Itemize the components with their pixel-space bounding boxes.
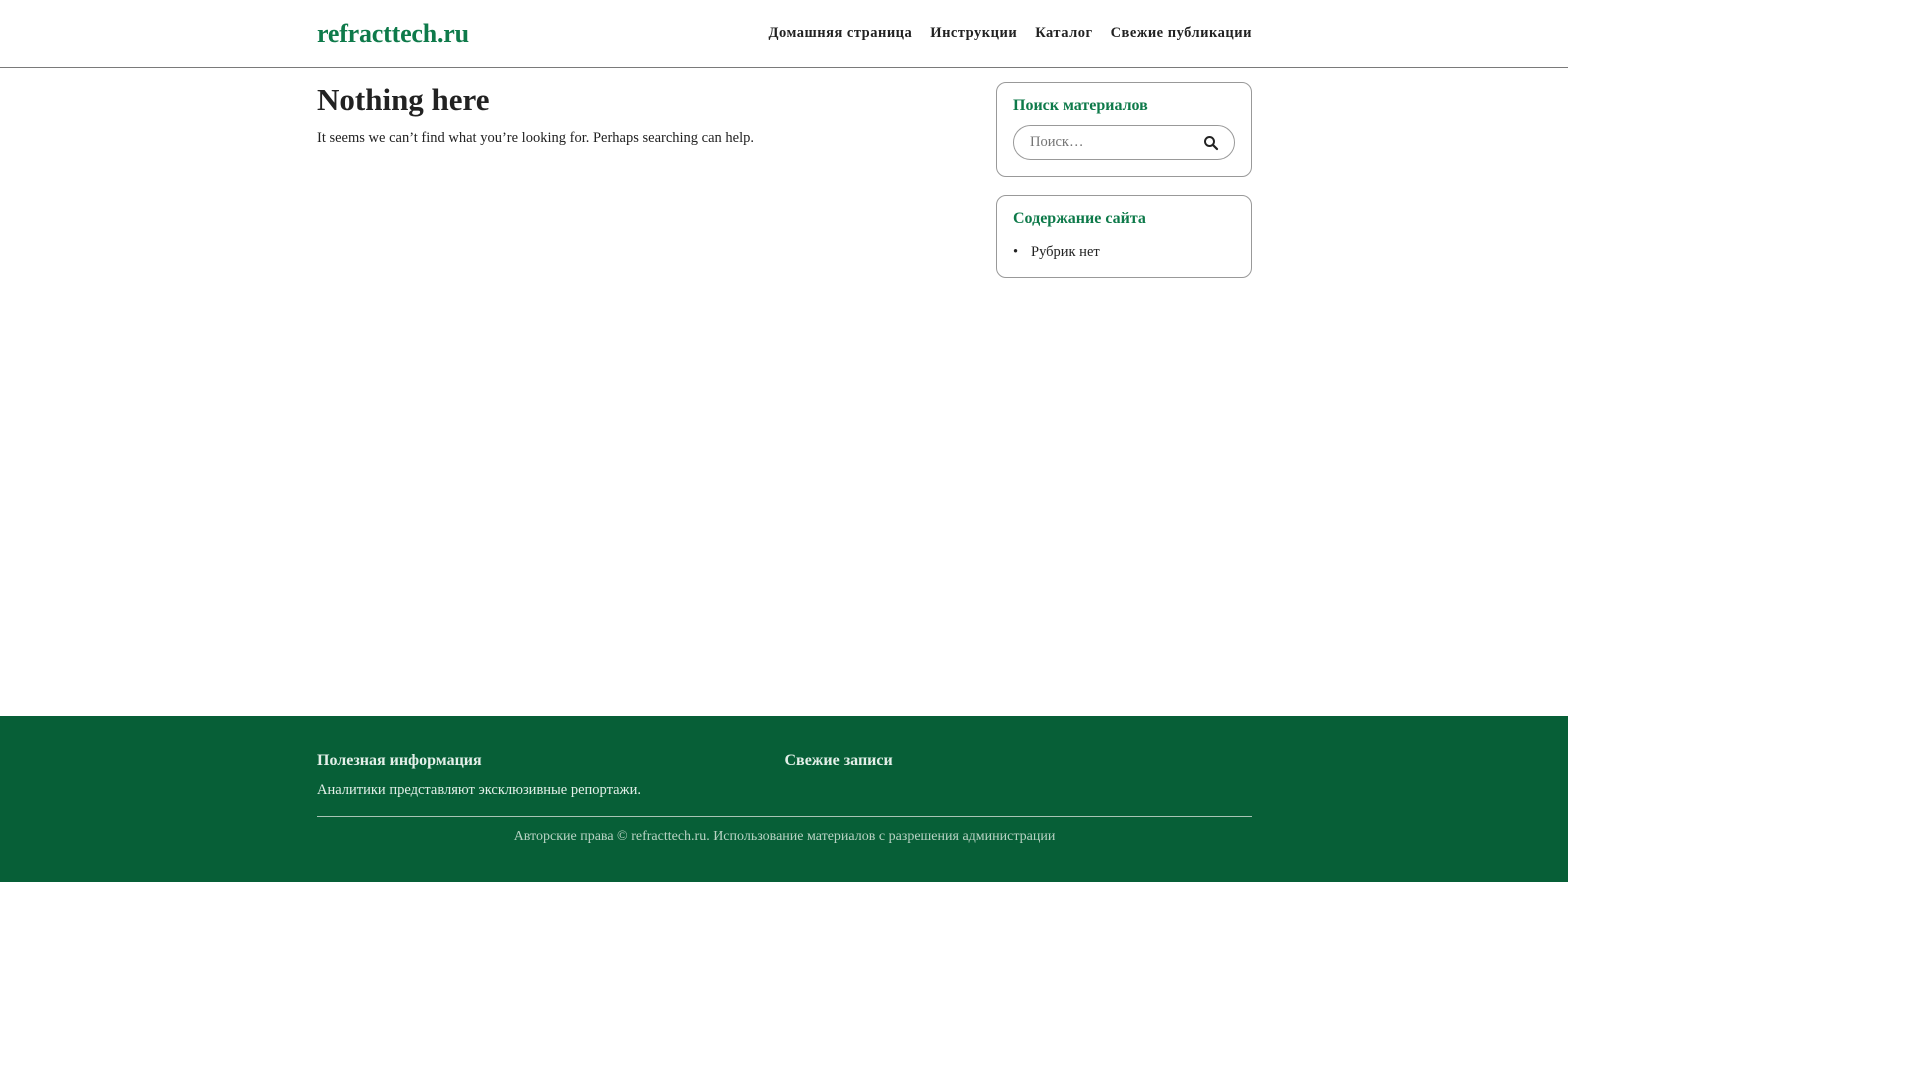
footer-columns: Полезная информация Аналитики представля… <box>317 716 1252 817</box>
search-input[interactable] <box>1030 134 1190 151</box>
footer-recent-title: Свежие записи <box>784 752 893 769</box>
nav-item-instructions[interactable]: Инструкции <box>930 25 1017 42</box>
footer-info-text: Аналитики представляют эксклюзивные репо… <box>317 782 641 798</box>
list-item: Рубрик нет <box>1013 244 1235 261</box>
nav-item-catalog[interactable]: Каталог <box>1035 25 1092 42</box>
search-icon[interactable] <box>1202 134 1220 152</box>
footer-recent-column: Свежие записи <box>785 752 1253 816</box>
main-nav: Домашняя страница Инструкции Каталог Све… <box>769 25 1252 42</box>
site-footer: Полезная информация Аналитики представля… <box>0 716 1568 882</box>
nav-item-home[interactable]: Домашняя страница <box>769 25 913 42</box>
site-logo[interactable]: refracttech.ru <box>317 19 469 49</box>
content-area: Nothing here It seems we can’t find what… <box>317 82 957 296</box>
categories-widget: Содержание сайта Рубрик нет <box>996 195 1252 278</box>
page-title: Nothing here <box>317 82 490 117</box>
search-widget-title: Поиск материалов <box>1013 97 1148 114</box>
site-header: refracttech.ru Домашняя страница Инструк… <box>0 0 1568 68</box>
sidebar: Поиск материалов Содержание сайта Рубрик… <box>996 82 1252 296</box>
search-widget: Поиск материалов <box>996 82 1252 177</box>
categories-widget-title: Содержание сайта <box>1013 210 1146 227</box>
main-area: Nothing here It seems we can’t find what… <box>317 68 1252 296</box>
search-form <box>1013 125 1235 160</box>
not-found-message: It seems we can’t find what you’re looki… <box>317 130 755 146</box>
footer-info-title: Полезная информация <box>317 752 482 769</box>
nav-item-recent-publications[interactable]: Свежие публикации <box>1111 25 1252 42</box>
footer-info-column: Полезная информация Аналитики представля… <box>317 752 785 816</box>
categories-list: Рубрик нет <box>1013 244 1235 261</box>
copyright: Авторские права © refracttech.ru. Исполь… <box>513 829 1056 844</box>
